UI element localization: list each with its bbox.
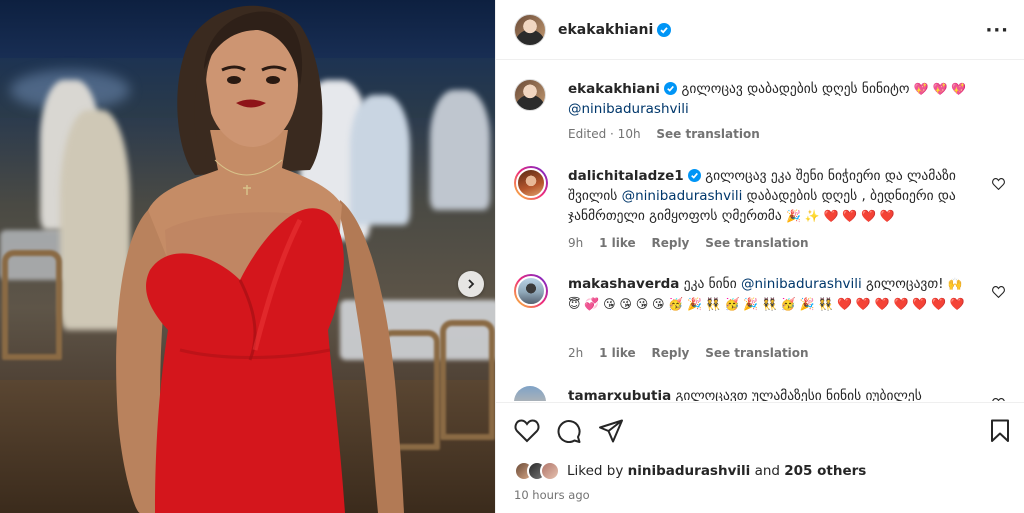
comment-text: dalichitaladze1 გილოცავ ეკა შენი ნიჭიერი… bbox=[568, 166, 968, 226]
comment-body: ეკა ნინი bbox=[683, 276, 737, 292]
comment-text: makashaverda ეკა ნინი @ninibadurashvili … bbox=[568, 274, 968, 314]
commenter-avatar[interactable] bbox=[514, 386, 546, 401]
comment-icon[interactable] bbox=[556, 419, 582, 443]
comment-meta: 9h 1 like Reply See translation bbox=[568, 236, 821, 250]
comment-username[interactable]: makashaverda bbox=[568, 276, 679, 292]
comment-item: tamarxubutia გილოცავთ ულამაზესი ნინის იუ… bbox=[514, 386, 1009, 401]
post-media[interactable] bbox=[0, 0, 495, 513]
comments-list[interactable]: ekakakhiani გილოცავ დაბადების დღეს ნინიტ… bbox=[496, 61, 1024, 401]
caption: ekakakhiani გილოცავ დაბადების დღეს ნინიტ… bbox=[514, 79, 1009, 159]
liker-avatar bbox=[540, 461, 560, 481]
comment-mention[interactable]: @ninibadurashvili bbox=[741, 276, 862, 292]
caption-emoji: 💖 💖 💖 bbox=[913, 82, 967, 96]
likes-prefix: Liked by bbox=[567, 463, 624, 479]
comment-see-translation[interactable]: See translation bbox=[705, 346, 808, 360]
verified-badge-icon bbox=[657, 22, 672, 37]
likes-text: Liked by ninibadurashvili and 205 others bbox=[567, 463, 866, 479]
commenter-avatar[interactable] bbox=[514, 166, 548, 200]
comment-item: makashaverda ეკა ნინი @ninibadurashvili … bbox=[514, 274, 1009, 374]
heart-icon[interactable] bbox=[514, 419, 540, 443]
caption-text: ekakakhiani გილოცავ დაბადების დღეს ნინიტ… bbox=[568, 79, 968, 119]
comment-username[interactable]: tamarxubutia bbox=[568, 388, 671, 401]
comment-meta: 2h 1 like Reply See translation bbox=[568, 346, 821, 360]
author-username[interactable]: ekakakhiani bbox=[558, 22, 653, 38]
caption-username[interactable]: ekakakhiani bbox=[568, 81, 660, 97]
comment-like-heart-icon[interactable] bbox=[992, 178, 1005, 190]
caption-avatar[interactable] bbox=[514, 79, 546, 111]
comment-reply-button[interactable]: Reply bbox=[651, 346, 689, 360]
post-timestamp[interactable]: 10 hours ago bbox=[514, 488, 590, 502]
likes-and: and bbox=[754, 463, 780, 479]
caption-edited: Edited · 10h bbox=[568, 127, 641, 141]
verified-badge-icon bbox=[664, 82, 678, 95]
comment-likes[interactable]: 1 like bbox=[599, 346, 636, 360]
comment-time: 2h bbox=[568, 346, 584, 360]
comment-mention[interactable]: @ninibadurashvili bbox=[622, 188, 743, 204]
verified-badge-icon bbox=[687, 169, 701, 182]
woman-in-red-dress bbox=[116, 5, 404, 513]
post-actions: Liked by ninibadurashvili and 205 others… bbox=[496, 402, 1024, 513]
bookmark-icon[interactable] bbox=[989, 419, 1011, 443]
share-icon[interactable] bbox=[598, 419, 624, 443]
comment-likes[interactable]: 1 like bbox=[599, 236, 636, 250]
post-header: ekakakhiani ··· bbox=[496, 0, 1024, 60]
likes-summary[interactable]: Liked by ninibadurashvili and 205 others bbox=[514, 461, 866, 481]
comment-item: dalichitaladze1 გილოცავ ეკა შენი ნიჭიერი… bbox=[514, 166, 1009, 266]
caption-body: გილოცავ დაბადების დღეს ნინიტო bbox=[681, 81, 910, 97]
carousel-next-button[interactable] bbox=[458, 271, 484, 297]
comment-body: გილოცავთ! bbox=[866, 276, 944, 292]
commenter-avatar[interactable] bbox=[514, 274, 548, 308]
author-avatar[interactable] bbox=[514, 13, 546, 46]
comment-body: გილოცავთ ულამაზესი ნინის იუბილეს bbox=[675, 388, 922, 401]
comment-emoji: 🎉 ✨ ❤️ ❤️ ❤️ ❤️ bbox=[786, 209, 895, 223]
more-options-icon[interactable]: ··· bbox=[985, 20, 1009, 41]
comment-time: 9h bbox=[568, 236, 584, 250]
caption-meta: Edited · 10h See translation bbox=[568, 127, 772, 141]
comment-see-translation[interactable]: See translation bbox=[705, 236, 808, 250]
comment-reply-button[interactable]: Reply bbox=[651, 236, 689, 250]
caption-mention[interactable]: @ninibadurashvili bbox=[568, 101, 689, 117]
likes-others[interactable]: 205 others bbox=[784, 463, 866, 479]
caption-see-translation[interactable]: See translation bbox=[656, 127, 759, 141]
comment-username[interactable]: dalichitaladze1 bbox=[568, 168, 684, 184]
comment-like-heart-icon[interactable] bbox=[992, 398, 1005, 401]
likes-user[interactable]: ninibadurashvili bbox=[628, 463, 751, 479]
comment-like-heart-icon[interactable] bbox=[992, 286, 1005, 298]
post-panel: ekakakhiani ··· ekakakhiani გილოცავ დაბა… bbox=[495, 0, 1024, 513]
chevron-right-icon bbox=[468, 279, 475, 289]
comment-text: tamarxubutia გილოცავთ ულამაზესი ნინის იუ… bbox=[568, 386, 968, 401]
